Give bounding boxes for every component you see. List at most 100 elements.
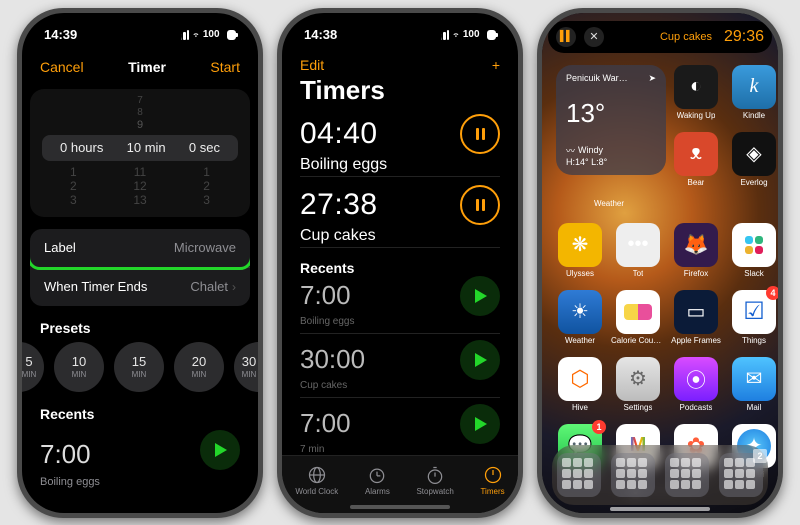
widget-condition: Windy [578,145,603,155]
pause-icon [476,199,485,211]
app-waking-up[interactable]: ◐Waking Up [672,65,720,120]
app-firefox[interactable]: 🦊Firefox [672,223,720,278]
presets-header: Presets [22,306,258,342]
navbar: Edit + [282,57,518,73]
battery-icon [227,30,236,40]
tab-world-clock[interactable]: World Clock [295,465,338,496]
picker-selected-row: 0 hours 10 min 0 sec [42,135,238,161]
play-button[interactable] [460,340,500,380]
add-button[interactable]: + [492,57,500,73]
time-picker[interactable]: 7 8 9 0 hours 10 min 0 sec 123 111213 12… [30,89,250,217]
app-label: Firefox [684,269,708,278]
app-tot[interactable]: •••Tot [614,223,662,278]
app-hive[interactable]: ⬡Hive [556,357,604,412]
play-button[interactable] [200,430,240,470]
recent-time: 7:00 [300,280,351,311]
play-button[interactable] [460,404,500,444]
dynamic-island-expanded[interactable]: ▌▌ ✕ Cup cakes 29:36 [548,21,772,53]
notification-badge: 1 [592,420,606,434]
pause-button[interactable] [460,114,500,154]
recent-timer-1[interactable]: 7:00 [282,276,518,316]
dynamic-island [98,23,182,49]
dock-folder-1[interactable] [557,453,601,497]
preset-5min[interactable]: 5MIN [22,342,44,392]
picker-hours: 0 hours [60,140,103,155]
timer-label: Boiling eggs [282,154,518,174]
app-label: Things [742,336,766,345]
active-timer-1[interactable]: 04:40 [282,112,518,154]
dock-folder-4[interactable]: 2 [719,453,763,497]
pause-button[interactable] [460,185,500,225]
widget-temp: 13° [566,98,656,129]
wifi-icon [453,30,459,40]
dock-folder-2[interactable] [611,453,655,497]
wifi-icon [193,30,199,40]
app-label: Settings [624,403,653,412]
when-timer-ends-row[interactable]: When Timer Ends Chalet› [30,268,250,306]
battery-text: 100 [463,29,480,40]
tab-alarms[interactable]: Alarms [365,465,390,496]
app-kindle[interactable]: kKindle [730,65,778,120]
page-title: Timers [282,73,518,112]
island-pause-button[interactable]: ▌▌ [556,27,576,47]
preset-20min[interactable]: 20MIN [174,342,224,392]
recent-time: 30:00 [300,344,365,375]
preset-30min[interactable]: 30MIN [234,342,258,392]
recent-label: Cup cakes [282,380,518,395]
app-icon: ▭ [674,290,718,334]
play-button[interactable] [460,276,500,316]
edit-button[interactable]: Edit [300,57,324,73]
app-ulysses[interactable]: ❋Ulysses [556,223,604,278]
recents-header: Recents [282,254,518,276]
pause-icon: ▌▌ [560,31,572,42]
recent-label: Boiling eggs [22,476,258,488]
app-icon: ◈ [732,132,776,176]
preset-10min[interactable]: 10MIN [54,342,104,392]
cancel-button[interactable]: Cancel [40,59,84,75]
weather-widget[interactable]: Penicuik War… ➤ 13° 〰Windy H:14° L:8° [556,65,666,175]
label-row[interactable]: Label Microwave [30,229,250,267]
island-close-button[interactable]: ✕ [584,27,604,47]
app-bear[interactable]: ᴥBear [672,132,720,187]
app-icon: ⦿ [674,357,718,401]
app-apple-frames[interactable]: ▭ Apple Frames [672,290,720,345]
app-calorie-counter[interactable]: Calorie Counter [614,290,662,345]
app-label: Weather [565,336,595,345]
timer-icon [483,465,503,485]
widget-location: Penicuik War… [566,73,628,83]
app-icon: ⬡ [558,357,602,401]
home-indicator[interactable] [610,507,710,511]
app-mail[interactable]: ✉Mail [730,357,778,412]
end-value: Chalet [190,279,228,294]
recent-timer-3[interactable]: 7:00 [282,404,518,444]
start-button[interactable]: Start [210,59,240,75]
app-things[interactable]: ☑4Things [730,290,778,345]
tab-timers[interactable]: Timers [480,465,504,496]
status-time: 14:39 [44,27,104,42]
app-icon: ••• [616,223,660,267]
timer-time: 04:40 [300,117,378,151]
dynamic-island [358,23,442,49]
recent-row[interactable]: 7:00 [22,428,258,476]
app-slack[interactable]: Slack [730,223,778,278]
app-podcasts[interactable]: ⦿Podcasts [672,357,720,412]
app-icon [616,290,660,334]
app-everlog[interactable]: ◈Everlog [730,132,778,187]
app-weather[interactable]: ☀ Weather [556,290,604,345]
app-icon: ☀ [558,290,602,334]
phone-home-screen: ▌▌ ✕ Cup cakes 29:36 Penicuik War… ➤ 13°… [537,8,783,518]
dock-folder-3[interactable] [665,453,709,497]
active-timer-2[interactable]: 27:38 [282,183,518,225]
alarm-icon [367,465,387,485]
recent-timer-2[interactable]: 30:00 [282,340,518,380]
tab-stopwatch[interactable]: Stopwatch [416,465,453,496]
widget-range: H:14° L:8° [566,157,656,167]
app-label: Ulysses [566,269,594,278]
preset-15min[interactable]: 15MIN [114,342,164,392]
pause-icon [476,128,485,140]
app-settings[interactable]: ⚙Settings [614,357,662,412]
end-key: When Timer Ends [44,279,147,294]
presets-scroller[interactable]: 5MIN 10MIN 15MIN 20MIN 30MIN [22,342,258,392]
home-indicator[interactable] [350,505,450,509]
app-label: Apple Frames [671,336,721,345]
